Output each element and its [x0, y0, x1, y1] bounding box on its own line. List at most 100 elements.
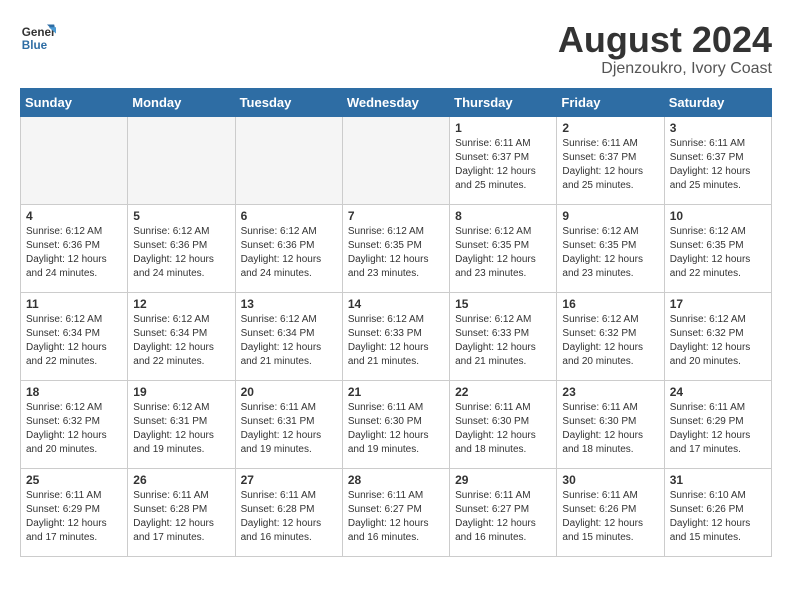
day-header-sunday: Sunday: [21, 88, 128, 116]
day-number: 8: [455, 209, 551, 223]
calendar-day-cell: 28 Sunrise: 6:11 AM Sunset: 6:27 PM Dayli…: [342, 468, 449, 556]
calendar-week-row: 4 Sunrise: 6:12 AM Sunset: 6:36 PM Daylig…: [21, 204, 772, 292]
day-info: Sunrise: 6:12 AM Sunset: 6:32 PM Dayligh…: [670, 313, 766, 369]
day-info: Sunrise: 6:12 AM Sunset: 6:35 PM Dayligh…: [670, 225, 766, 281]
day-number: 4: [26, 209, 122, 223]
page-header: General Blue August 2024 Djenzoukro, Ivo…: [20, 20, 772, 78]
calendar-header-row: SundayMondayTuesdayWednesdayThursdayFrid…: [21, 88, 772, 116]
day-number: 24: [670, 385, 766, 399]
calendar-day-cell: 4 Sunrise: 6:12 AM Sunset: 6:36 PM Daylig…: [21, 204, 128, 292]
day-number: 13: [241, 297, 337, 311]
calendar-day-cell: 25 Sunrise: 6:11 AM Sunset: 6:29 PM Dayli…: [21, 468, 128, 556]
day-info: Sunrise: 6:11 AM Sunset: 6:29 PM Dayligh…: [26, 489, 122, 545]
calendar-day-cell: 13 Sunrise: 6:12 AM Sunset: 6:34 PM Dayli…: [235, 292, 342, 380]
day-info: Sunrise: 6:11 AM Sunset: 6:30 PM Dayligh…: [348, 401, 444, 457]
calendar-day-cell: 10 Sunrise: 6:12 AM Sunset: 6:35 PM Dayli…: [664, 204, 771, 292]
day-header-thursday: Thursday: [450, 88, 557, 116]
calendar-day-cell: 6 Sunrise: 6:12 AM Sunset: 6:36 PM Daylig…: [235, 204, 342, 292]
day-number: 12: [133, 297, 229, 311]
day-number: 14: [348, 297, 444, 311]
calendar-table: SundayMondayTuesdayWednesdayThursdayFrid…: [20, 88, 772, 557]
calendar-day-cell: 23Sunrise: 6:11 AM Sunset: 6:30 PM Dayli…: [557, 380, 664, 468]
calendar-day-cell: 31Sunrise: 6:10 AM Sunset: 6:26 PM Dayli…: [664, 468, 771, 556]
day-info: Sunrise: 6:11 AM Sunset: 6:30 PM Dayligh…: [455, 401, 551, 457]
calendar-day-cell: 5 Sunrise: 6:12 AM Sunset: 6:36 PM Daylig…: [128, 204, 235, 292]
calendar-day-cell: 8 Sunrise: 6:12 AM Sunset: 6:35 PM Daylig…: [450, 204, 557, 292]
calendar-day-cell: 3 Sunrise: 6:11 AM Sunset: 6:37 PM Daylig…: [664, 116, 771, 204]
day-number: 6: [241, 209, 337, 223]
day-header-tuesday: Tuesday: [235, 88, 342, 116]
day-number: 15: [455, 297, 551, 311]
calendar-day-cell: 17Sunrise: 6:12 AM Sunset: 6:32 PM Dayli…: [664, 292, 771, 380]
logo: General Blue: [20, 20, 56, 56]
calendar-day-cell: 12 Sunrise: 6:12 AM Sunset: 6:34 PM Dayli…: [128, 292, 235, 380]
calendar-day-cell: 7 Sunrise: 6:12 AM Sunset: 6:35 PM Daylig…: [342, 204, 449, 292]
calendar-day-cell: [235, 116, 342, 204]
day-info: Sunrise: 6:12 AM Sunset: 6:33 PM Dayligh…: [455, 313, 551, 369]
day-info: Sunrise: 6:12 AM Sunset: 6:35 PM Dayligh…: [348, 225, 444, 281]
day-info: Sunrise: 6:10 AM Sunset: 6:26 PM Dayligh…: [670, 489, 766, 545]
logo-icon: General Blue: [20, 20, 56, 56]
calendar-week-row: 11Sunrise: 6:12 AM Sunset: 6:34 PM Dayli…: [21, 292, 772, 380]
calendar-week-row: 18Sunrise: 6:12 AM Sunset: 6:32 PM Dayli…: [21, 380, 772, 468]
day-info: Sunrise: 6:11 AM Sunset: 6:27 PM Dayligh…: [455, 489, 551, 545]
day-info: Sunrise: 6:12 AM Sunset: 6:36 PM Dayligh…: [26, 225, 122, 281]
day-info: Sunrise: 6:11 AM Sunset: 6:37 PM Dayligh…: [562, 137, 658, 193]
day-info: Sunrise: 6:12 AM Sunset: 6:36 PM Dayligh…: [133, 225, 229, 281]
calendar-day-cell: 19 Sunrise: 6:12 AM Sunset: 6:31 PM Dayli…: [128, 380, 235, 468]
day-info: Sunrise: 6:12 AM Sunset: 6:33 PM Dayligh…: [348, 313, 444, 369]
day-info: Sunrise: 6:12 AM Sunset: 6:34 PM Dayligh…: [133, 313, 229, 369]
svg-text:Blue: Blue: [22, 39, 48, 52]
calendar-day-cell: 27Sunrise: 6:11 AM Sunset: 6:28 PM Dayli…: [235, 468, 342, 556]
day-info: Sunrise: 6:11 AM Sunset: 6:37 PM Dayligh…: [455, 137, 551, 193]
day-info: Sunrise: 6:12 AM Sunset: 6:36 PM Dayligh…: [241, 225, 337, 281]
calendar-day-cell: 15 Sunrise: 6:12 AM Sunset: 6:33 PM Dayli…: [450, 292, 557, 380]
day-number: 19: [133, 385, 229, 399]
day-info: Sunrise: 6:11 AM Sunset: 6:26 PM Dayligh…: [562, 489, 658, 545]
day-info: Sunrise: 6:11 AM Sunset: 6:31 PM Dayligh…: [241, 401, 337, 457]
day-number: 27: [241, 473, 337, 487]
day-header-monday: Monday: [128, 88, 235, 116]
day-number: 23: [562, 385, 658, 399]
calendar-day-cell: 1 Sunrise: 6:11 AM Sunset: 6:37 PM Daylig…: [450, 116, 557, 204]
day-info: Sunrise: 6:12 AM Sunset: 6:34 PM Dayligh…: [26, 313, 122, 369]
calendar-week-row: 25 Sunrise: 6:11 AM Sunset: 6:29 PM Dayli…: [21, 468, 772, 556]
day-info: Sunrise: 6:12 AM Sunset: 6:31 PM Dayligh…: [133, 401, 229, 457]
day-number: 9: [562, 209, 658, 223]
day-number: 10: [670, 209, 766, 223]
calendar-day-cell: 24Sunrise: 6:11 AM Sunset: 6:29 PM Dayli…: [664, 380, 771, 468]
calendar-day-cell: 16Sunrise: 6:12 AM Sunset: 6:32 PM Dayli…: [557, 292, 664, 380]
day-number: 5: [133, 209, 229, 223]
day-number: 25: [26, 473, 122, 487]
calendar-day-cell: [342, 116, 449, 204]
day-info: Sunrise: 6:12 AM Sunset: 6:34 PM Dayligh…: [241, 313, 337, 369]
calendar-day-cell: 21Sunrise: 6:11 AM Sunset: 6:30 PM Dayli…: [342, 380, 449, 468]
day-number: 1: [455, 121, 551, 135]
day-number: 2: [562, 121, 658, 135]
calendar-day-cell: 22 Sunrise: 6:11 AM Sunset: 6:30 PM Dayli…: [450, 380, 557, 468]
day-number: 26: [133, 473, 229, 487]
day-info: Sunrise: 6:11 AM Sunset: 6:28 PM Dayligh…: [133, 489, 229, 545]
month-year-title: August 2024: [558, 20, 772, 60]
day-number: 3: [670, 121, 766, 135]
day-number: 28: [348, 473, 444, 487]
day-number: 18: [26, 385, 122, 399]
day-number: 16: [562, 297, 658, 311]
calendar-day-cell: 29Sunrise: 6:11 AM Sunset: 6:27 PM Dayli…: [450, 468, 557, 556]
day-header-friday: Friday: [557, 88, 664, 116]
calendar-day-cell: 11Sunrise: 6:12 AM Sunset: 6:34 PM Dayli…: [21, 292, 128, 380]
day-info: Sunrise: 6:11 AM Sunset: 6:27 PM Dayligh…: [348, 489, 444, 545]
day-info: Sunrise: 6:12 AM Sunset: 6:35 PM Dayligh…: [455, 225, 551, 281]
day-info: Sunrise: 6:11 AM Sunset: 6:37 PM Dayligh…: [670, 137, 766, 193]
day-info: Sunrise: 6:12 AM Sunset: 6:35 PM Dayligh…: [562, 225, 658, 281]
calendar-day-cell: 26 Sunrise: 6:11 AM Sunset: 6:28 PM Dayli…: [128, 468, 235, 556]
calendar-day-cell: 2 Sunrise: 6:11 AM Sunset: 6:37 PM Daylig…: [557, 116, 664, 204]
day-header-wednesday: Wednesday: [342, 88, 449, 116]
day-number: 7: [348, 209, 444, 223]
calendar-day-cell: 20Sunrise: 6:11 AM Sunset: 6:31 PM Dayli…: [235, 380, 342, 468]
day-number: 22: [455, 385, 551, 399]
day-header-saturday: Saturday: [664, 88, 771, 116]
location-subtitle: Djenzoukro, Ivory Coast: [558, 60, 772, 78]
calendar-day-cell: 18Sunrise: 6:12 AM Sunset: 6:32 PM Dayli…: [21, 380, 128, 468]
calendar-day-cell: [128, 116, 235, 204]
